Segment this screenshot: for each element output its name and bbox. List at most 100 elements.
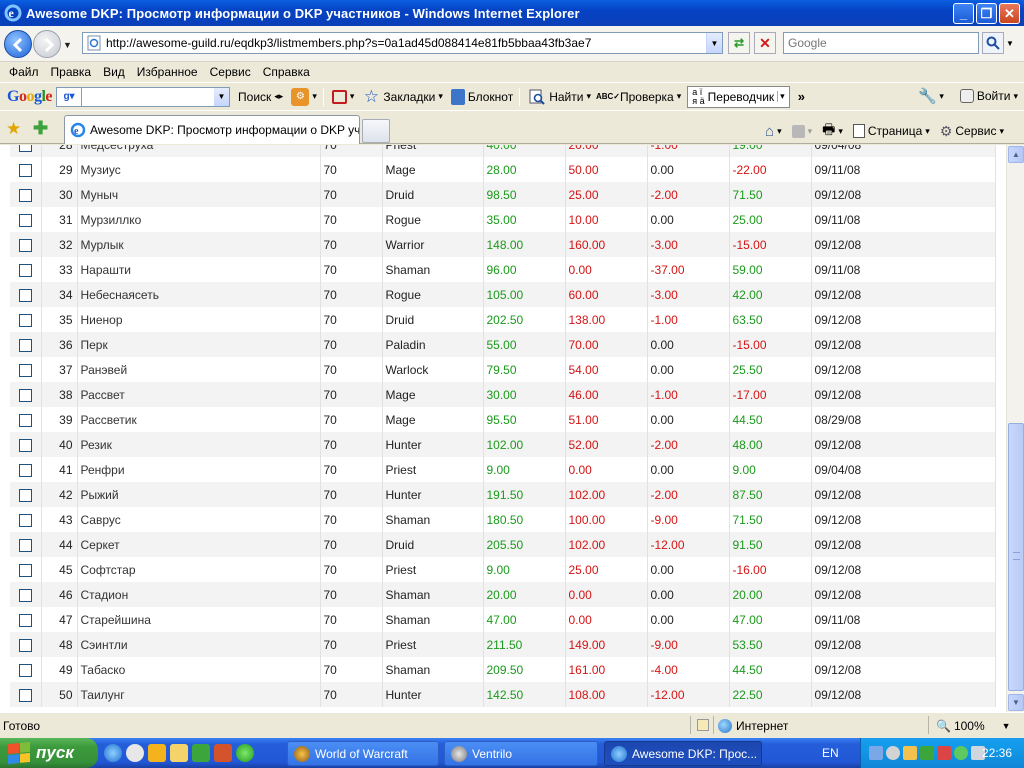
- toolbar-settings-button[interactable]: 🔧 ▾: [918, 87, 944, 105]
- menu-file[interactable]: Файл: [3, 65, 45, 79]
- row-checkbox[interactable]: [18, 463, 32, 477]
- clock-app-icon[interactable]: [148, 744, 166, 762]
- url-input[interactable]: [106, 34, 706, 52]
- tray-app-icon[interactable]: [903, 746, 917, 760]
- scroll-down-button[interactable]: ▼: [1008, 694, 1024, 711]
- scrollbar-thumb[interactable]: [1008, 423, 1024, 691]
- member-name[interactable]: Резик: [77, 432, 321, 457]
- member-name[interactable]: Ниенор: [77, 307, 321, 332]
- favorites-star-icon[interactable]: ★: [6, 119, 21, 139]
- close-button[interactable]: ✕: [999, 3, 1020, 24]
- folder-icon[interactable]: [170, 744, 188, 762]
- feeds-button[interactable]: ▾: [791, 124, 812, 138]
- row-checkbox[interactable]: [18, 263, 32, 277]
- google-dropdown-icon[interactable]: ▼: [214, 87, 230, 106]
- search-button[interactable]: [982, 32, 1004, 54]
- zoom-dropdown-icon[interactable]: ▼: [1002, 721, 1011, 731]
- notepad-button[interactable]: Блокнот: [450, 88, 513, 105]
- member-name[interactable]: Ранэвей: [77, 357, 321, 382]
- row-checkbox[interactable]: [18, 413, 32, 427]
- member-name[interactable]: Рыжий: [77, 482, 321, 507]
- row-checkbox[interactable]: [18, 563, 32, 577]
- task-ventrilo[interactable]: Ventrilo: [444, 741, 598, 766]
- task-awesome-dkp[interactable]: Awesome DKP: Прос...: [604, 741, 762, 766]
- network-icon[interactable]: [869, 746, 883, 760]
- row-checkbox[interactable]: [18, 513, 32, 527]
- minimize-button[interactable]: _: [953, 3, 974, 24]
- print-button[interactable]: 🖶 ▾: [822, 119, 843, 143]
- member-name[interactable]: Муныч: [77, 182, 321, 207]
- maximize-button[interactable]: ❐: [976, 3, 997, 24]
- row-checkbox[interactable]: [18, 213, 32, 227]
- vertical-scrollbar[interactable]: ▲ ▼: [1006, 145, 1024, 712]
- row-checkbox[interactable]: [18, 188, 32, 202]
- row-checkbox[interactable]: [18, 145, 32, 152]
- row-checkbox[interactable]: [18, 438, 32, 452]
- icq-box-icon[interactable]: [192, 744, 210, 762]
- refresh-button[interactable]: ⇄: [728, 32, 750, 54]
- member-name[interactable]: Софтстар: [77, 557, 321, 582]
- zoom-control[interactable]: 🔍 100% ▼: [936, 719, 1011, 733]
- member-name[interactable]: Таилунг: [77, 682, 321, 707]
- spellcheck-button[interactable]: ABC✓ Проверка ▾: [596, 88, 681, 106]
- bookmarks-button[interactable]: ☆ Закладки ▾: [362, 87, 443, 106]
- row-checkbox[interactable]: [18, 663, 32, 677]
- menu-edit[interactable]: Правка: [45, 65, 98, 79]
- toolbar-overflow-icon[interactable]: »: [798, 89, 805, 104]
- row-checkbox[interactable]: [18, 313, 32, 327]
- member-name[interactable]: Перк: [77, 332, 321, 357]
- row-checkbox[interactable]: [18, 388, 32, 402]
- history-dropdown-icon[interactable]: ▼: [63, 40, 72, 50]
- menu-favorites[interactable]: Избранное: [131, 65, 204, 79]
- member-name[interactable]: Ренфри: [77, 457, 321, 482]
- member-name[interactable]: Саврус: [77, 507, 321, 532]
- start-button[interactable]: пуск: [0, 738, 98, 768]
- row-checkbox[interactable]: [18, 288, 32, 302]
- tray-app-icon[interactable]: [937, 746, 951, 760]
- member-name[interactable]: Сэинтли: [77, 632, 321, 657]
- language-indicator[interactable]: EN: [822, 746, 839, 760]
- row-checkbox[interactable]: [18, 613, 32, 627]
- popup-blocker-button[interactable]: ▾: [331, 89, 354, 104]
- google-menu-button[interactable]: g▾: [56, 86, 83, 107]
- menu-help[interactable]: Справка: [257, 65, 316, 79]
- row-checkbox[interactable]: [18, 638, 32, 652]
- tab-awesome-dkp[interactable]: e Awesome DKP: Просмотр информации о DKP…: [64, 115, 360, 144]
- member-name[interactable]: Стадион: [77, 582, 321, 607]
- row-checkbox[interactable]: [18, 488, 32, 502]
- member-name[interactable]: Табаско: [77, 657, 321, 682]
- member-name[interactable]: Небеснаясеть: [77, 282, 321, 307]
- row-checkbox[interactable]: [18, 688, 32, 702]
- member-name[interactable]: Мурлык: [77, 232, 321, 257]
- member-name[interactable]: Серкет: [77, 532, 321, 557]
- task-world-of-warcraft[interactable]: World of Warcraft: [287, 741, 439, 766]
- scroll-up-button[interactable]: ▲: [1008, 146, 1024, 163]
- forward-button[interactable]: [33, 30, 61, 58]
- google-tools-button[interactable]: ⚙ ▾: [291, 87, 317, 106]
- member-name[interactable]: Рассвет: [77, 382, 321, 407]
- url-dropdown-icon[interactable]: ▼: [706, 33, 722, 53]
- member-name[interactable]: Нарашти: [77, 257, 321, 282]
- menu-tools[interactable]: Сервис: [204, 65, 257, 79]
- member-name[interactable]: Рассветик: [77, 407, 321, 432]
- row-checkbox[interactable]: [18, 338, 32, 352]
- row-checkbox[interactable]: [18, 163, 32, 177]
- tray-app-icon[interactable]: [920, 746, 934, 760]
- ie-quicklaunch-icon[interactable]: [104, 744, 122, 762]
- google-search-input[interactable]: ▼: [82, 86, 231, 107]
- google-search-button[interactable]: Поиск ◂▸: [238, 90, 283, 104]
- search-options-icon[interactable]: ▼: [1006, 39, 1014, 48]
- back-button[interactable]: [4, 30, 32, 58]
- member-name[interactable]: Медсеструха: [77, 145, 321, 157]
- row-checkbox[interactable]: [18, 363, 32, 377]
- media-player-icon[interactable]: [126, 744, 144, 762]
- row-checkbox[interactable]: [18, 588, 32, 602]
- member-name[interactable]: Музиус: [77, 157, 321, 182]
- app-icon[interactable]: [214, 744, 232, 762]
- tray-app-icon[interactable]: [886, 746, 900, 760]
- member-name[interactable]: Мурзиллко: [77, 207, 321, 232]
- translator-button[interactable]: a їя ä Переводчик ▾: [687, 85, 790, 108]
- member-name[interactable]: Старейшина: [77, 607, 321, 632]
- home-button[interactable]: ⌂ ▾: [765, 123, 782, 140]
- icq-tray-icon[interactable]: [954, 746, 968, 760]
